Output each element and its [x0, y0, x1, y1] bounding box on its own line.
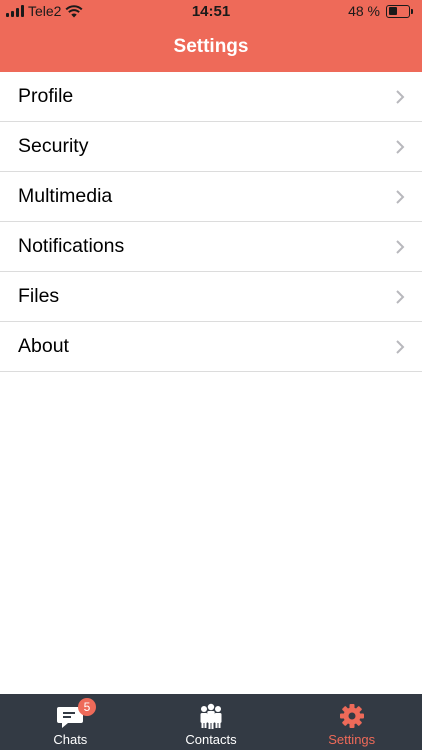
settings-item-multimedia[interactable]: Multimedia — [0, 172, 422, 222]
chevron-right-icon — [396, 240, 405, 254]
chevron-right-icon — [396, 290, 405, 304]
settings-item-about[interactable]: About — [0, 322, 422, 372]
gear-icon — [339, 704, 364, 728]
tab-label: Settings — [328, 732, 376, 747]
chevron-right-icon — [396, 90, 405, 104]
contacts-icon — [200, 703, 222, 729]
tab-label: Contacts — [185, 732, 237, 747]
settings-item-label: About — [18, 335, 69, 357]
tab-contacts[interactable]: Contacts — [141, 694, 282, 750]
tab-settings[interactable]: Settings — [281, 694, 422, 750]
page-title: Settings — [173, 36, 249, 57]
battery-icon — [386, 4, 413, 18]
settings-item-label: Profile — [18, 85, 74, 107]
app-header: Tele2 14:51 48 % Settings — [0, 0, 422, 72]
tab-label: Chats — [53, 732, 88, 747]
tab-chats[interactable]: 5 Chats — [0, 694, 141, 750]
settings-item-files[interactable]: Files — [0, 272, 422, 322]
chevron-right-icon — [396, 190, 405, 204]
settings-item-profile[interactable]: Profile — [0, 72, 422, 122]
settings-item-label: Notifications — [18, 235, 125, 257]
chevron-right-icon — [396, 140, 405, 154]
settings-item-notifications[interactable]: Notifications — [0, 222, 422, 272]
status-bar: Tele2 14:51 48 % — [0, 0, 422, 24]
tab-bar: 5 Chats Contacts Settings — [0, 694, 422, 750]
settings-item-security[interactable]: Security — [0, 122, 422, 172]
settings-list: Profile Security Multimedia Notification… — [0, 72, 422, 372]
settings-item-label: Security — [18, 135, 89, 157]
unread-badge: 5 — [78, 698, 96, 716]
battery-percent: 48 % — [348, 3, 380, 19]
chevron-right-icon — [396, 340, 405, 354]
settings-item-label: Multimedia — [18, 185, 113, 207]
settings-item-label: Files — [18, 285, 60, 307]
